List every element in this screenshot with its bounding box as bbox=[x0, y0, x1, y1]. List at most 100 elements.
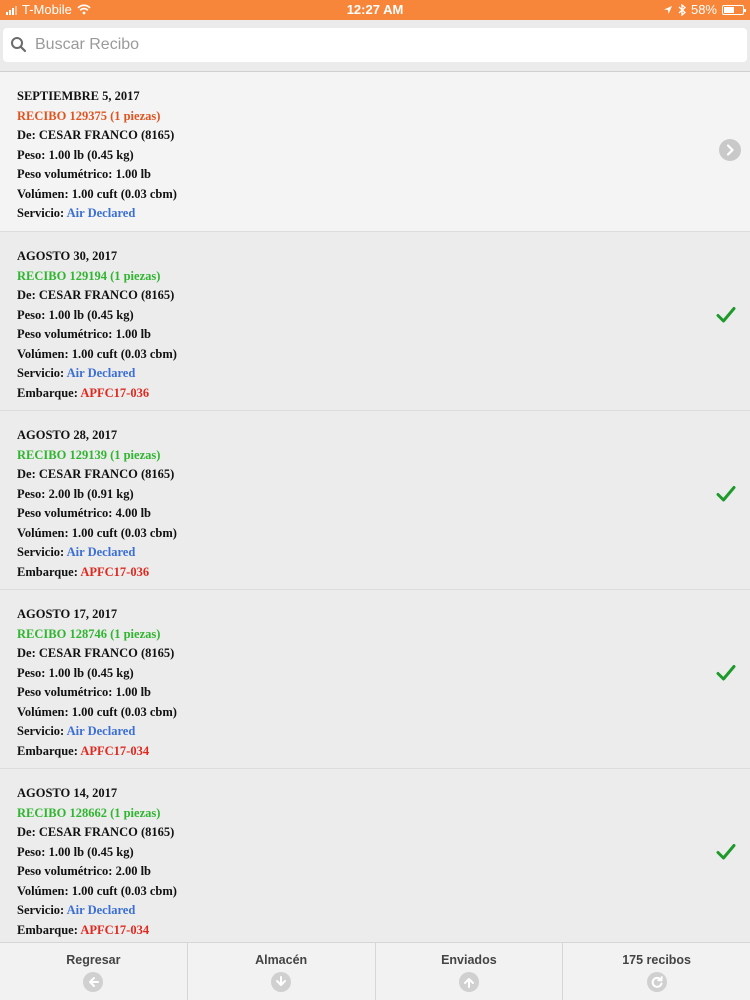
weight-label: Peso: bbox=[17, 486, 46, 501]
receipt-volumetric-weight: Peso volumétrico: 2.00 lb bbox=[17, 862, 750, 882]
receipt-date-value: AGOSTO 17, 2017 bbox=[17, 607, 118, 621]
weight-value: 1.00 lb (0.45 kg) bbox=[48, 665, 134, 680]
back-tab[interactable]: Regresar bbox=[0, 943, 188, 1000]
warehouse-tab[interactable]: Almacén bbox=[188, 943, 376, 1000]
receipt-date: SEPTIEMBRE 5, 2017 bbox=[17, 87, 750, 107]
receipt-item[interactable]: AGOSTO 28, 2017 RECIBO 129139 (1 piezas) D… bbox=[0, 411, 750, 590]
sender-label: De: bbox=[17, 467, 36, 481]
service-label: Servicio: bbox=[17, 724, 65, 738]
sender-label: De: bbox=[17, 288, 36, 302]
receipt-number-value: RECIBO 129194 (1 piezas) bbox=[17, 268, 161, 283]
receipt-shipment: Embarque: APFC17-036 bbox=[17, 384, 750, 404]
volumetric-weight-value: 4.00 lb bbox=[115, 506, 152, 520]
receipt-number: RECIBO 129194 (1 piezas) bbox=[17, 267, 750, 287]
receipt-weight: Peso: 1.00 lb (0.45 kg) bbox=[17, 664, 750, 684]
search-box[interactable] bbox=[3, 28, 747, 62]
service-value: Air Declared bbox=[66, 545, 136, 559]
location-icon bbox=[663, 5, 672, 14]
receipt-volume: Volúmen: 1.00 cuft (0.03 cbm) bbox=[17, 185, 750, 205]
receipt-date-value: SEPTIEMBRE 5, 2017 bbox=[17, 89, 140, 103]
receipt-number-value: RECIBO 129375 (1 piezas) bbox=[17, 108, 161, 123]
volumetric-weight-label: Peso volumétrico: bbox=[17, 864, 113, 878]
receipt-date: AGOSTO 28, 2017 bbox=[17, 426, 750, 446]
tab-label: Enviados bbox=[441, 953, 497, 967]
clock: 12:27 AM bbox=[346, 2, 404, 17]
status-bar: T-Mobile 12:27 AM 58% bbox=[0, 0, 750, 20]
battery-icon bbox=[722, 4, 746, 15]
weight-label: Peso: bbox=[17, 665, 46, 680]
volume-label: Volúmen: bbox=[17, 186, 69, 201]
receipt-weight: Peso: 1.00 lb (0.45 kg) bbox=[17, 306, 750, 326]
receipt-volume: Volúmen: 1.00 cuft (0.03 cbm) bbox=[17, 882, 750, 902]
receipt-item[interactable]: AGOSTO 14, 2017 RECIBO 128662 (1 piezas) D… bbox=[0, 769, 750, 942]
receipt-sender: De: CESAR FRANCO (8165) bbox=[17, 126, 750, 146]
volume-label: Volúmen: bbox=[17, 704, 69, 719]
sender-label: De: bbox=[17, 825, 36, 839]
receipt-volumetric-weight: Peso volumétrico: 4.00 lb bbox=[17, 504, 750, 524]
receipt-volume: Volúmen: 1.00 cuft (0.03 cbm) bbox=[17, 345, 750, 365]
volumetric-weight-label: Peso volumétrico: bbox=[17, 327, 113, 341]
receipt-shipment: Embarque: APFC17-034 bbox=[17, 742, 750, 762]
check-icon bbox=[716, 844, 736, 860]
receipt-date-value: AGOSTO 28, 2017 bbox=[17, 428, 118, 442]
volume-value: 1.00 cuft (0.03 cbm) bbox=[71, 704, 177, 719]
volumetric-weight-value: 1.00 lb bbox=[115, 685, 152, 699]
receipt-item[interactable]: AGOSTO 17, 2017 RECIBO 128746 (1 piezas) D… bbox=[0, 590, 750, 769]
search-input[interactable] bbox=[33, 36, 747, 54]
receipt-date: AGOSTO 14, 2017 bbox=[17, 784, 750, 804]
receipt-volumetric-weight: Peso volumétrico: 1.00 lb bbox=[17, 683, 750, 703]
shipment-value: APFC17-034 bbox=[80, 922, 150, 937]
shipment-value: APFC17-036 bbox=[80, 564, 150, 579]
sender-label: De: bbox=[17, 646, 36, 660]
service-label: Servicio: bbox=[17, 366, 65, 380]
check-icon bbox=[716, 307, 736, 323]
receipt-volume: Volúmen: 1.00 cuft (0.03 cbm) bbox=[17, 703, 750, 723]
volumetric-weight-value: 1.00 lb bbox=[115, 327, 152, 341]
receipt-weight: Peso: 2.00 lb (0.91 kg) bbox=[17, 485, 750, 505]
receipt-item[interactable]: SEPTIEMBRE 5, 2017 RECIBO 129375 (1 pieza… bbox=[0, 72, 750, 232]
tab-label: 175 recibos bbox=[622, 953, 692, 967]
receipt-number: RECIBO 129375 (1 piezas) bbox=[17, 107, 750, 127]
shipment-label: Embarque: bbox=[17, 922, 78, 937]
volumetric-weight-value: 1.00 lb bbox=[115, 167, 152, 181]
receipt-item[interactable]: AGOSTO 30, 2017 RECIBO 129194 (1 piezas) D… bbox=[0, 232, 750, 411]
check-icon bbox=[716, 665, 736, 681]
receipt-number: RECIBO 128662 (1 piezas) bbox=[17, 804, 750, 824]
receipt-shipment: Embarque: APFC17-036 bbox=[17, 563, 750, 583]
sender-value: CESAR FRANCO (8165) bbox=[38, 288, 175, 302]
refresh-icon bbox=[646, 972, 667, 992]
receipt-date-value: AGOSTO 14, 2017 bbox=[17, 786, 118, 800]
shipment-value: APFC17-036 bbox=[80, 385, 150, 400]
receipt-count-tab[interactable]: 175 recibos bbox=[563, 943, 750, 1000]
sender-value: CESAR FRANCO (8165) bbox=[38, 128, 175, 142]
volume-label: Volúmen: bbox=[17, 346, 69, 361]
receipt-volume: Volúmen: 1.00 cuft (0.03 cbm) bbox=[17, 524, 750, 544]
volume-label: Volúmen: bbox=[17, 883, 69, 898]
bluetooth-icon bbox=[678, 3, 686, 16]
volumetric-weight-value: 2.00 lb bbox=[115, 864, 152, 878]
arrow-down-icon bbox=[271, 972, 292, 992]
receipt-sender: De: CESAR FRANCO (8165) bbox=[17, 823, 750, 843]
receipt-sender: De: CESAR FRANCO (8165) bbox=[17, 644, 750, 664]
battery-percent: 58% bbox=[690, 2, 717, 17]
search-bar bbox=[0, 20, 750, 72]
receipt-list: SEPTIEMBRE 5, 2017 RECIBO 129375 (1 pieza… bbox=[0, 72, 750, 942]
sent-tab[interactable]: Enviados bbox=[376, 943, 564, 1000]
receipt-date-value: AGOSTO 30, 2017 bbox=[17, 249, 118, 263]
volumetric-weight-label: Peso volumétrico: bbox=[17, 685, 113, 699]
tab-label: Regresar bbox=[66, 953, 121, 967]
arrow-up-icon bbox=[458, 972, 479, 992]
volume-value: 1.00 cuft (0.03 cbm) bbox=[71, 346, 177, 361]
volumetric-weight-label: Peso volumétrico: bbox=[17, 167, 113, 181]
weight-value: 2.00 lb (0.91 kg) bbox=[48, 486, 134, 501]
chevron-right-icon[interactable] bbox=[719, 139, 741, 161]
volume-value: 1.00 cuft (0.03 cbm) bbox=[71, 525, 177, 540]
sender-label: De: bbox=[17, 128, 36, 142]
receipt-shipment: Embarque: APFC17-034 bbox=[17, 921, 750, 941]
receipt-volumetric-weight: Peso volumétrico: 1.00 lb bbox=[17, 325, 750, 345]
receipt-date: AGOSTO 17, 2017 bbox=[17, 605, 750, 625]
receipt-volumetric-weight: Peso volumétrico: 1.00 lb bbox=[17, 165, 750, 185]
sender-value: CESAR FRANCO (8165) bbox=[38, 825, 175, 839]
bottom-toolbar: Regresar Almacén Enviados 175 recibos bbox=[0, 942, 750, 1000]
receipt-number-value: RECIBO 129139 (1 piezas) bbox=[17, 447, 161, 462]
